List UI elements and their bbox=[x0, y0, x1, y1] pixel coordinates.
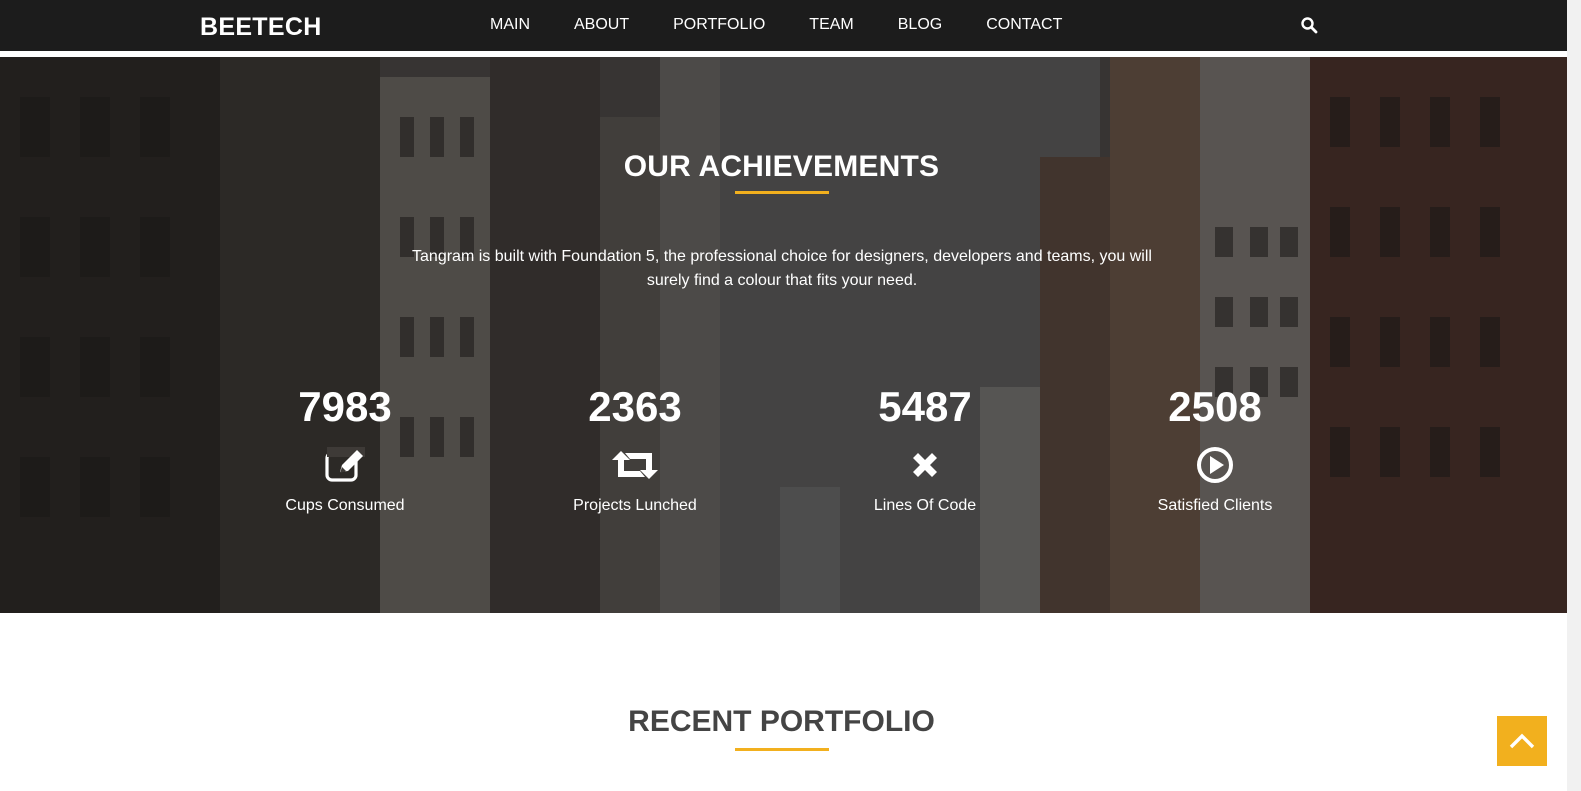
page-scrollbar[interactable] bbox=[1567, 0, 1581, 791]
search-icon[interactable] bbox=[1300, 16, 1318, 34]
portfolio-title: RECENT PORTFOLIO bbox=[628, 705, 935, 738]
nav-item-main[interactable]: MAIN bbox=[468, 16, 552, 34]
stat-projects-lunched: 2363 Projects Lunched bbox=[505, 379, 765, 515]
stat-number: 7983 bbox=[298, 383, 392, 430]
main-nav: MAIN ABOUT PORTFOLIO TEAM BLOG CONTACT bbox=[468, 16, 1084, 34]
nav-item-team[interactable]: TEAM bbox=[787, 16, 875, 34]
achievements-title: OUR ACHIEVEMENTS bbox=[623, 150, 940, 183]
stat-number: 2363 bbox=[588, 383, 682, 430]
scroll-to-top-button[interactable] bbox=[1497, 716, 1547, 766]
pencil-square-icon bbox=[325, 447, 365, 482]
stat-lines-of-code: 5487 Lines Of Code bbox=[795, 379, 1055, 515]
title-underline bbox=[735, 748, 829, 751]
nav-item-about[interactable]: ABOUT bbox=[552, 16, 651, 34]
nav-item-portfolio[interactable]: PORTFOLIO bbox=[651, 16, 787, 34]
stat-label: Cups Consumed bbox=[285, 497, 405, 514]
play-circle-icon bbox=[1197, 447, 1233, 483]
retweet-icon bbox=[612, 451, 658, 479]
stat-cups-consumed: 7983 Cups Consumed bbox=[215, 379, 475, 515]
nav-item-contact[interactable]: CONTACT bbox=[964, 16, 1084, 34]
dark-overlay bbox=[0, 57, 1567, 613]
nav-item-blog[interactable]: BLOG bbox=[876, 16, 964, 34]
stat-satisfied-clients: 2508 Satisfied Clients bbox=[1085, 379, 1345, 515]
stat-number: 2508 bbox=[1168, 383, 1262, 430]
top-navbar: BEETECH MAIN ABOUT PORTFOLIO TEAM BLOG C… bbox=[0, 0, 1567, 56]
stat-label: Projects Lunched bbox=[573, 497, 697, 514]
brand-logo[interactable]: BEETECH bbox=[200, 13, 322, 42]
title-underline bbox=[735, 191, 829, 194]
stat-label: Lines Of Code bbox=[873, 497, 977, 514]
stat-number: 5487 bbox=[878, 383, 972, 430]
close-icon bbox=[913, 453, 937, 477]
stat-label: Satisfied Clients bbox=[1157, 497, 1273, 514]
chevron-up-icon bbox=[1509, 733, 1535, 749]
achievements-section: OUR ACHIEVEMENTS Tangram is built with F… bbox=[0, 57, 1567, 613]
achievements-description: Tangram is built with Foundation 5, the … bbox=[412, 248, 1152, 289]
